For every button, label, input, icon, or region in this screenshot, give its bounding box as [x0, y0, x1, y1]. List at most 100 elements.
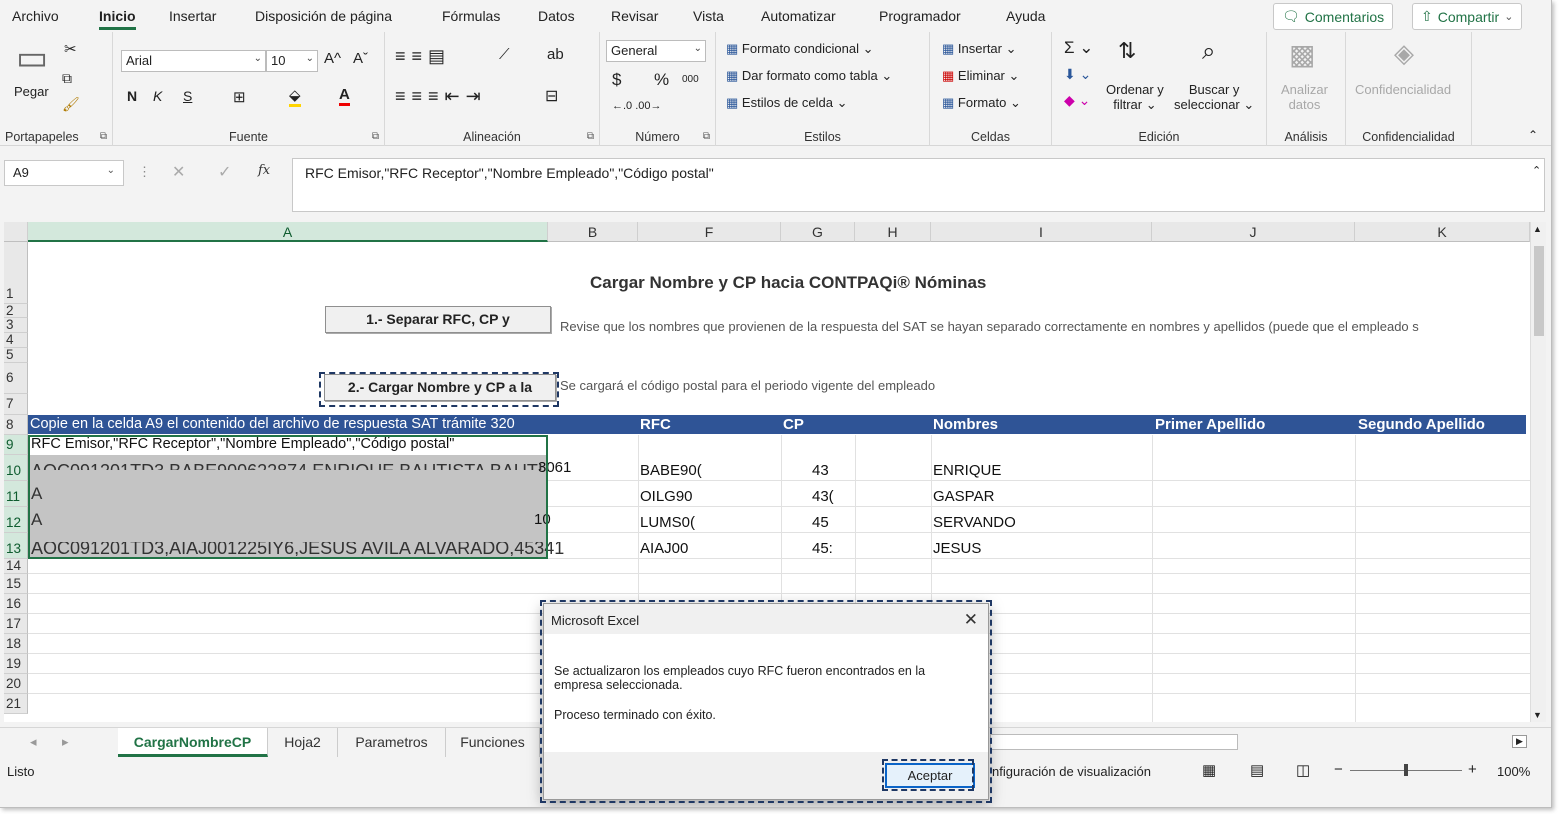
fill-color-icon[interactable]: ⬙: [289, 86, 301, 107]
paste-icon[interactable]: ▭: [16, 38, 48, 78]
column-header[interactable]: F: [638, 222, 781, 242]
menu-archivo[interactable]: Archivo: [12, 8, 59, 24]
insert-function-button[interactable]: fx: [258, 163, 270, 178]
cell-name[interactable]: GASPAR: [933, 488, 994, 505]
row-header[interactable]: 19: [4, 654, 28, 674]
autosum-icon[interactable]: Σ ⌄: [1064, 38, 1093, 58]
scroll-right-icon[interactable]: ▶: [1512, 735, 1527, 748]
clear-icon[interactable]: ◆ ⌄: [1064, 92, 1090, 109]
row-header[interactable]: 20: [4, 674, 28, 694]
fill-icon[interactable]: ⬇ ⌄: [1064, 66, 1091, 83]
column-header[interactable]: G: [781, 222, 855, 242]
orientation-icon[interactable]: ⟋: [499, 46, 510, 63]
percent-button[interactable]: %: [654, 70, 669, 90]
menu-datos[interactable]: Datos: [538, 8, 575, 24]
load-name-cp-button[interactable]: 2.- Cargar Nombre y CP a la: [324, 374, 556, 401]
row-header[interactable]: 8: [4, 415, 28, 435]
scroll-thumb[interactable]: [1534, 246, 1544, 336]
row-header[interactable]: 13: [4, 533, 28, 559]
zoom-slider-thumb[interactable]: [1404, 764, 1408, 776]
comments-button[interactable]: 🗨 Comentarios: [1273, 3, 1394, 30]
cell-cp[interactable]: 45:: [812, 540, 833, 557]
row-header[interactable]: 6: [4, 363, 28, 394]
menu-revisar[interactable]: Revisar: [611, 8, 658, 24]
horizontal-scrollbar[interactable]: [990, 734, 1238, 750]
launcher-icon[interactable]: ⧉: [703, 131, 710, 142]
column-header[interactable]: A: [28, 222, 548, 242]
number-format-select[interactable]: General ⌄: [606, 40, 706, 62]
launcher-icon[interactable]: ⧉: [372, 131, 379, 142]
conditional-format-button[interactable]: ▦ Formato condicional ⌄: [726, 41, 874, 57]
cell-rfc[interactable]: AIAJ00: [640, 540, 688, 557]
split-rfc-cp-button[interactable]: 1.- Separar RFC, CP y: [325, 306, 551, 333]
cut-icon[interactable]: ✂: [64, 40, 77, 58]
insert-cells-button[interactable]: ▦ Insertar ⌄: [942, 41, 1017, 57]
column-header[interactable]: H: [855, 222, 931, 242]
cell-cp[interactable]: 45: [812, 514, 829, 531]
analyze-data-button[interactable]: Analizar datos: [1281, 82, 1328, 112]
name-box[interactable]: A9 ⌄: [4, 160, 124, 186]
row-header[interactable]: 18: [4, 634, 28, 654]
zoom-in-icon[interactable]: +: [1468, 761, 1477, 778]
format-cells-button[interactable]: ▦ Formato ⌄: [942, 95, 1021, 111]
column-header[interactable]: K: [1355, 222, 1530, 242]
tab-hoja2[interactable]: Hoja2: [268, 728, 338, 757]
zoom-level[interactable]: 100%: [1497, 764, 1530, 779]
cell-rfc[interactable]: BABE90(: [640, 462, 702, 479]
cell-rfc[interactable]: OILG90: [640, 488, 693, 505]
share-button[interactable]: ⇧ Compartir ⌄: [1412, 3, 1523, 30]
row-header[interactable]: 5: [4, 348, 28, 363]
vertical-align-icons[interactable]: ≡≡▤: [395, 46, 451, 67]
close-icon[interactable]: ✕: [964, 610, 978, 630]
zoom-out-icon[interactable]: −: [1334, 761, 1343, 778]
row-header[interactable]: 9: [4, 435, 28, 455]
column-header[interactable]: B: [548, 222, 638, 242]
tab-cargarnombrecp[interactable]: CargarNombreCP: [118, 728, 268, 757]
row-header[interactable]: 2: [4, 304, 28, 318]
page-layout-icon[interactable]: ▤: [1250, 761, 1264, 779]
next-sheet-icon[interactable]: ▸: [62, 734, 69, 750]
merge-icon[interactable]: ⊟: [545, 86, 558, 106]
menu-ayuda[interactable]: Ayuda: [1006, 8, 1045, 24]
row-header[interactable]: 10: [4, 455, 28, 481]
decimal-icons[interactable]: ←.0 .00→: [612, 100, 662, 112]
tab-parametros[interactable]: Parametros: [338, 728, 446, 757]
menu-formulas[interactable]: Fórmulas: [442, 8, 500, 24]
display-settings[interactable]: nfiguración de visualización: [992, 764, 1151, 779]
cell-name[interactable]: ENRIQUE: [933, 462, 1001, 479]
row-header[interactable]: 14: [4, 559, 28, 574]
cell-cp[interactable]: 43(: [812, 488, 834, 505]
formula-input[interactable]: RFC Emisor,"RFC Receptor","Nombre Emplea…: [292, 158, 1545, 212]
menu-insertar[interactable]: Insertar: [169, 8, 216, 24]
launcher-icon[interactable]: ⧉: [100, 131, 107, 142]
menu-automatizar[interactable]: Automatizar: [761, 8, 836, 24]
scroll-down-icon[interactable]: ▼: [1533, 710, 1542, 720]
row-header[interactable]: 17: [4, 614, 28, 634]
shrink-font-button[interactable]: Aˇ: [353, 50, 368, 67]
row-header[interactable]: 16: [4, 594, 28, 614]
horizontal-align-icons[interactable]: ≡≡≡⇤⇥: [395, 86, 487, 107]
ok-button[interactable]: Aceptar: [885, 763, 975, 788]
search-icon[interactable]: ⌕: [1202, 38, 1215, 66]
row-header[interactable]: 21: [4, 694, 28, 714]
menu-programador[interactable]: Programador: [879, 8, 961, 24]
expand-formula-icon[interactable]: ⌃: [1532, 164, 1541, 177]
column-header[interactable]: J: [1152, 222, 1355, 242]
menu-inicio[interactable]: Inicio: [99, 8, 136, 30]
bold-button[interactable]: N: [127, 88, 137, 104]
tab-funciones[interactable]: Funciones: [446, 728, 540, 757]
sort-filter-button[interactable]: Ordenar y filtrar ⌄: [1106, 82, 1164, 113]
normal-view-icon[interactable]: ▦: [1202, 761, 1216, 779]
collapse-ribbon-icon[interactable]: ⌃: [1528, 128, 1538, 142]
column-header[interactable]: I: [931, 222, 1152, 242]
page-break-icon[interactable]: ◫: [1296, 761, 1310, 779]
row-header[interactable]: 4: [4, 333, 28, 348]
enter-icon[interactable]: ✓: [218, 162, 231, 182]
cell-styles-button[interactable]: ▦ Estilos de celda ⌄: [726, 95, 848, 111]
scroll-up-icon[interactable]: ▲: [1533, 224, 1542, 234]
cell-cp[interactable]: 43: [812, 462, 829, 479]
prev-sheet-icon[interactable]: ◂: [30, 734, 37, 750]
launcher-icon[interactable]: ⧉: [587, 131, 594, 142]
cell-name[interactable]: SERVANDO: [933, 514, 1016, 531]
underline-button[interactable]: S: [183, 88, 192, 104]
